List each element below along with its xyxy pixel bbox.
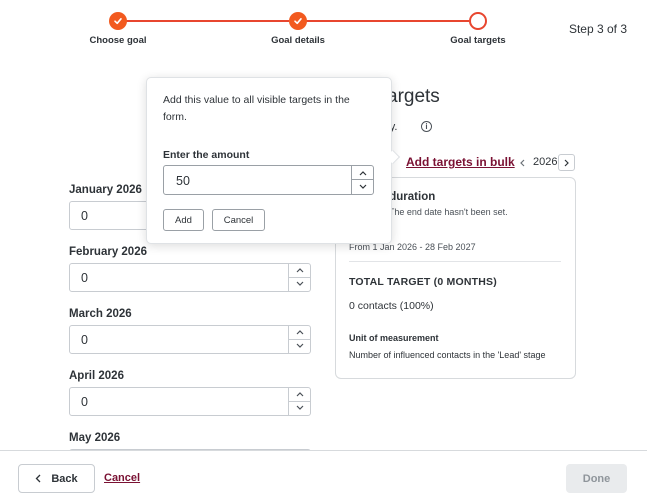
decrement-button[interactable] [289,278,310,292]
amount-label: Enter the amount [163,149,250,161]
month-label: February 2026 [69,246,147,258]
card-divider [349,261,561,262]
increment-button[interactable] [289,388,310,402]
decrement-button[interactable] [289,340,310,354]
step-label-choose-goal: Choose goal [89,35,147,46]
step-connector [126,20,289,22]
back-label: Back [51,472,78,485]
year-label: 2026 [533,156,558,168]
chevron-down-icon [296,281,303,287]
info-icon[interactable]: i [421,121,432,132]
page-title: argets [387,86,440,107]
number-stepper [288,326,310,353]
total-target-value: 0 contacts (100%) [349,300,434,312]
cancel-link[interactable]: Cancel [104,472,140,484]
number-stepper [288,388,310,415]
month-label: March 2026 [69,308,132,320]
month-label: April 2026 [69,370,124,382]
footer-bar [0,450,647,504]
month-label: January 2026 [69,184,142,196]
popover-description: Add this value to all visible targets in… [163,94,350,123]
chevron-left-icon [35,474,41,483]
increment-button[interactable] [289,326,310,340]
add-button[interactable]: Add [163,209,204,231]
month-label: May 2026 [69,432,121,444]
amount-input[interactable]: 50 [163,165,374,195]
step-complete-icon [289,12,307,30]
chevron-down-icon [359,184,366,189]
next-year-button[interactable] [558,154,575,171]
step-connector [306,20,469,22]
input-value: 0 [81,395,88,409]
month-target-input[interactable]: 0 [69,263,311,292]
chevron-down-icon [296,405,303,411]
checkmark-icon [294,18,302,25]
input-value: 0 [81,271,88,285]
increment-button[interactable] [289,264,310,278]
step-current-icon [469,12,487,30]
chevron-left-icon [519,159,524,166]
chevron-up-icon [296,268,303,273]
step-label-goal-targets: Goal targets [450,35,506,46]
chevron-down-icon [296,343,303,349]
previous-year-button[interactable] [513,154,530,171]
done-button[interactable]: Done [566,464,627,493]
add-targets-in-bulk-link[interactable]: Add targets in bulk [406,155,515,169]
chevron-up-icon [296,330,303,335]
checkmark-icon [114,18,122,25]
step-complete-icon [109,12,127,30]
input-value: 0 [81,209,88,223]
step-label-goal-details: Goal details [271,35,325,46]
number-stepper [288,264,310,291]
unit-of-measurement-title: Unit of measurement [349,333,439,343]
unit-of-measurement-value: Number of influenced contacts in the 'Le… [349,350,546,360]
decrement-button[interactable] [352,180,373,194]
increment-button[interactable] [352,166,373,180]
amount-stepper [351,166,373,194]
month-target-input[interactable]: 0 [69,387,311,416]
amount-value: 50 [176,174,190,188]
month-target-input[interactable]: 0 [69,325,311,354]
chevron-up-icon [296,392,303,397]
popover-cancel-button[interactable]: Cancel [212,209,265,231]
chevron-right-icon [564,159,569,166]
input-value: 0 [81,333,88,347]
decrement-button[interactable] [289,402,310,416]
total-target-title: TOTAL TARGET (0 MONTHS) [349,276,497,288]
back-button[interactable]: Back [18,464,95,493]
step-count: Step 3 of 3 [568,22,627,36]
chevron-up-icon [359,170,366,175]
